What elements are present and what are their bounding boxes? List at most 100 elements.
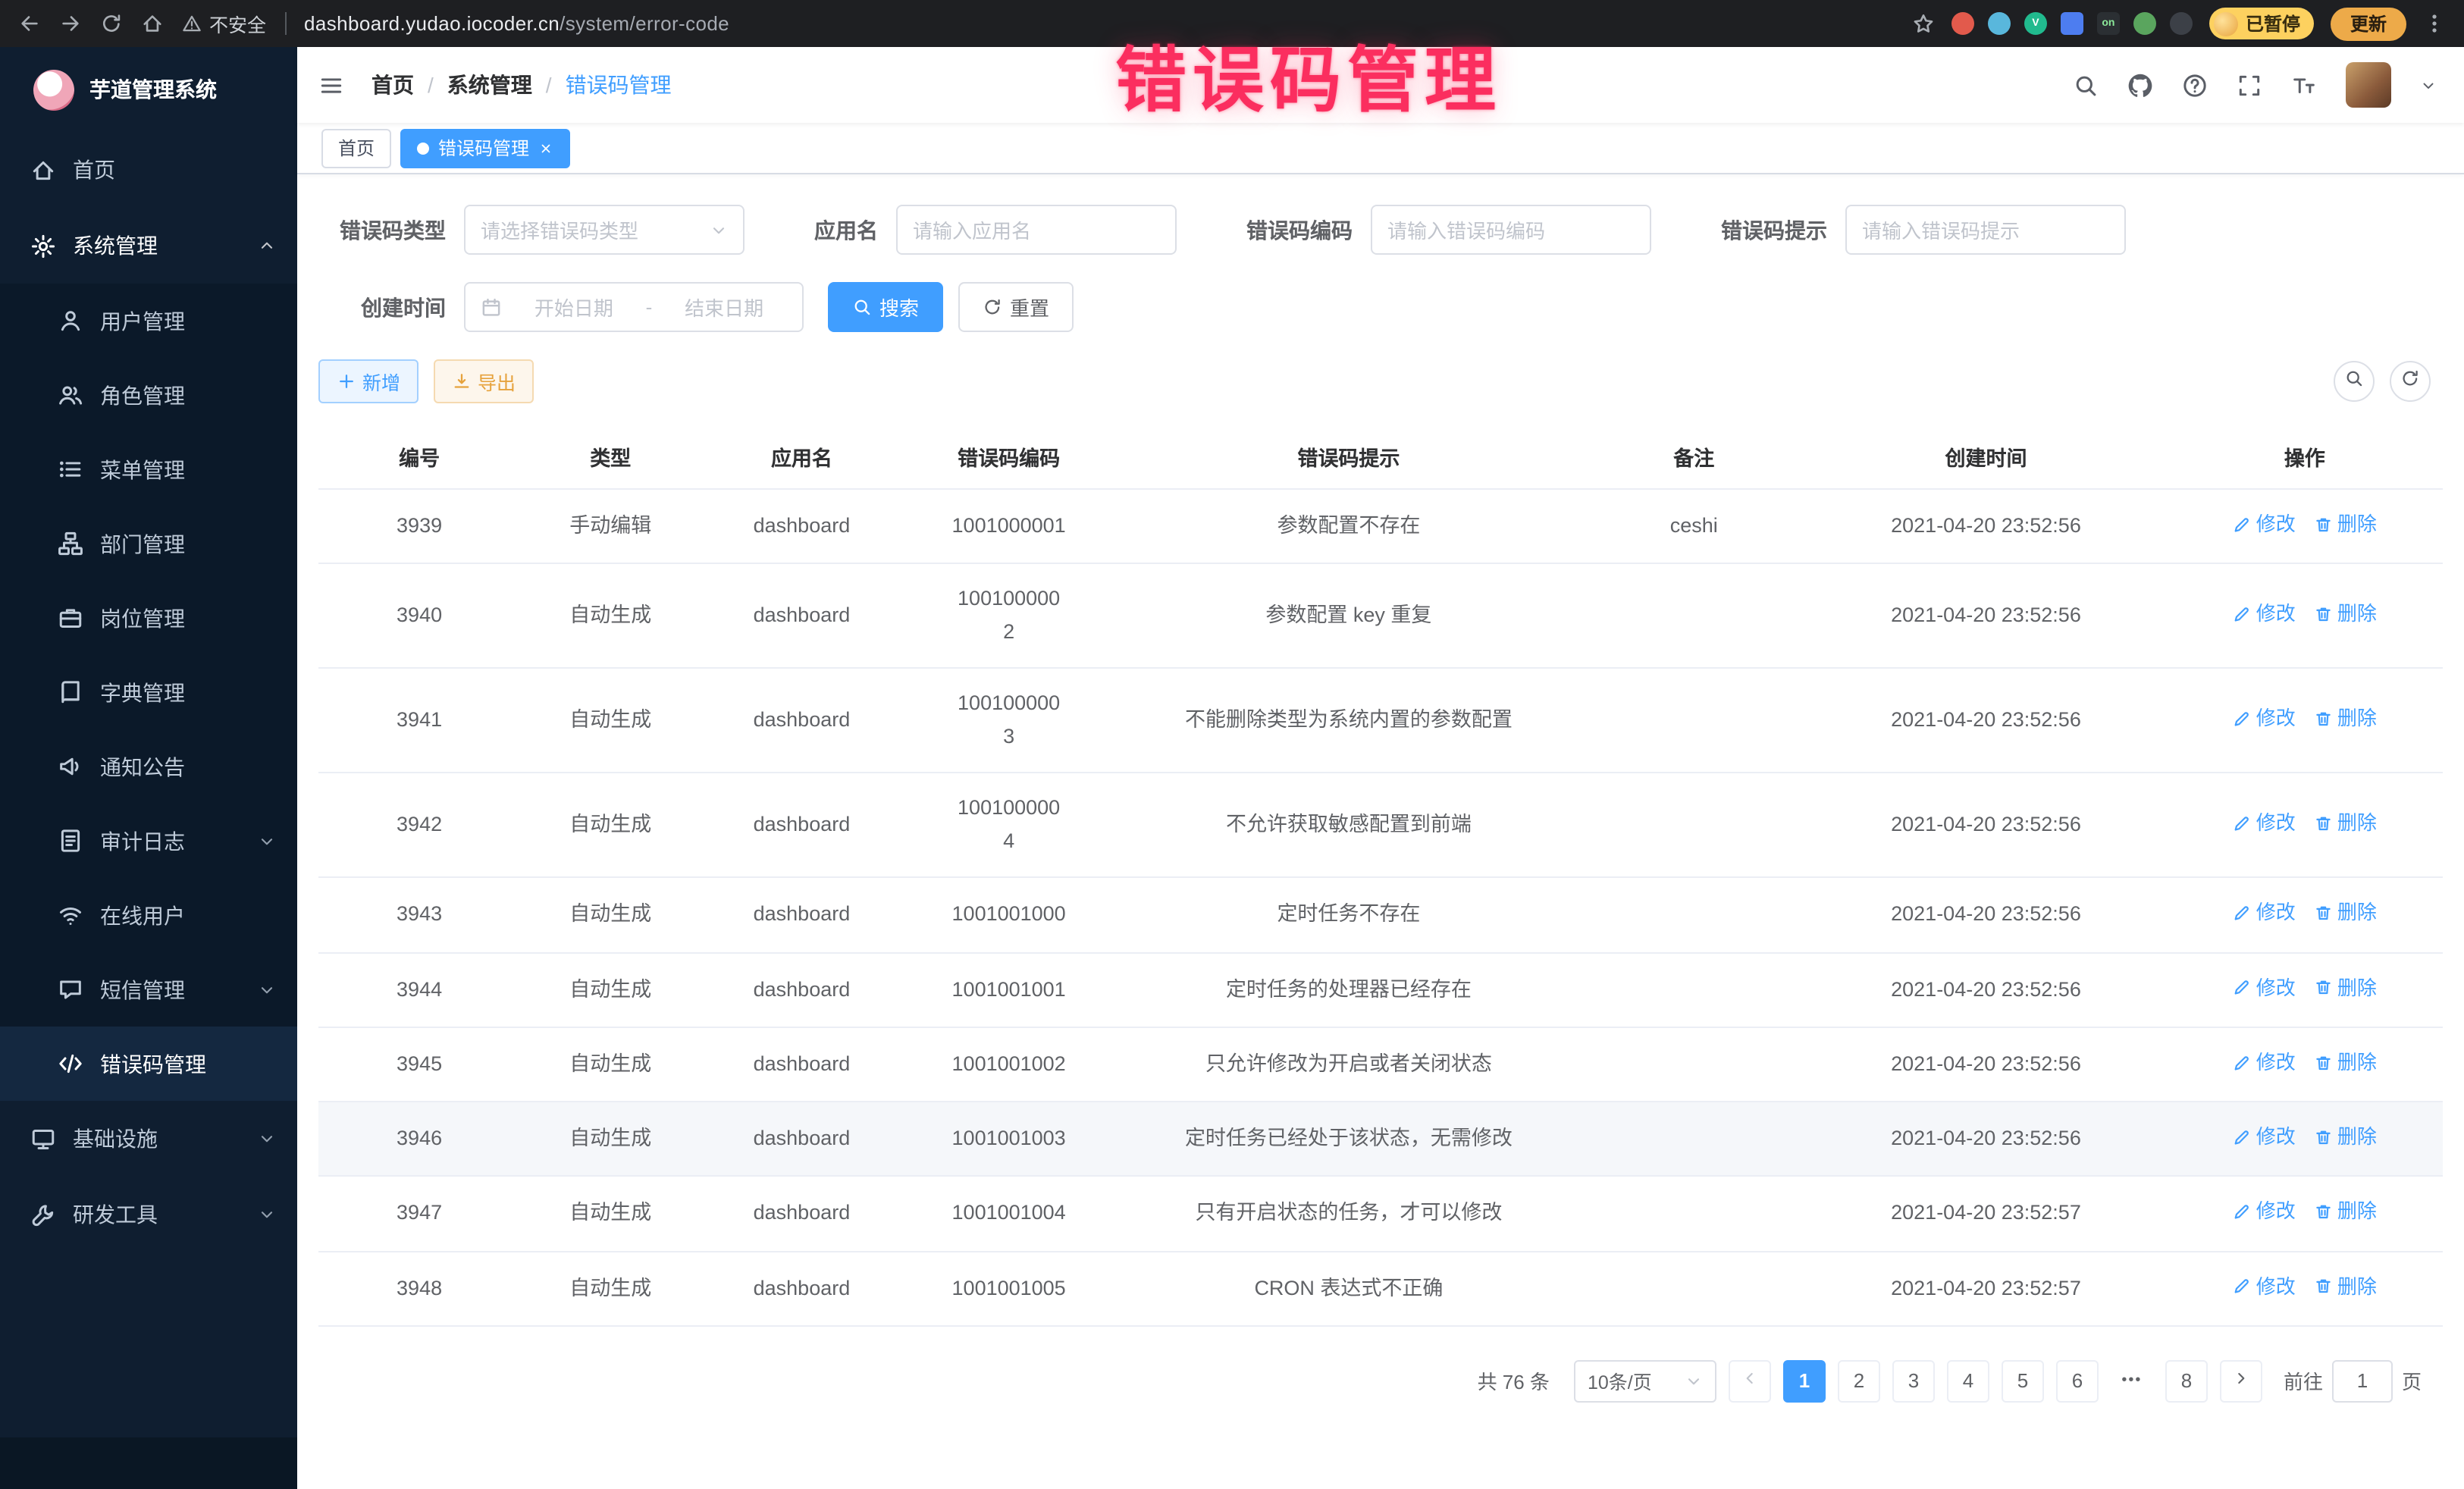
sidebar-item-岗位管理[interactable]: 岗位管理 — [0, 581, 297, 655]
font-size-icon[interactable] — [2291, 72, 2317, 98]
delete-button[interactable]: 删除 — [2314, 807, 2377, 840]
error-type-select[interactable]: 请选择错误码类型 — [464, 205, 745, 255]
page-button-4[interactable]: 4 — [1947, 1360, 1989, 1403]
user-avatar[interactable] — [2346, 62, 2391, 108]
extension-on-icon[interactable]: on — [2097, 12, 2120, 35]
sidebar-item-部门管理[interactable]: 部门管理 — [0, 506, 297, 581]
sidebar-item-菜单管理[interactable]: 菜单管理 — [0, 432, 297, 506]
search-button-label: 搜索 — [879, 293, 919, 321]
browser-back-icon[interactable] — [18, 12, 41, 35]
edit-button[interactable]: 修改 — [2233, 597, 2296, 631]
delete-button[interactable]: 删除 — [2314, 897, 2377, 930]
sidebar-item-审计日志[interactable]: 审计日志 — [0, 804, 297, 878]
reset-button[interactable]: 重置 — [958, 282, 1074, 332]
page-button-6[interactable]: 6 — [2056, 1360, 2099, 1403]
browser-home-icon[interactable] — [141, 12, 164, 35]
page-button-2[interactable]: 2 — [1838, 1360, 1880, 1403]
delete-button[interactable]: 删除 — [2314, 1270, 2377, 1303]
bookmark-star-icon[interactable] — [1912, 12, 1935, 35]
app-name-input[interactable]: 请输入应用名 — [896, 205, 1177, 255]
pagination-ellipsis[interactable]: ••• — [2111, 1360, 2153, 1403]
date-separator: - — [646, 296, 653, 318]
page-button-8[interactable]: 8 — [2165, 1360, 2208, 1403]
delete-button[interactable]: 删除 — [2314, 971, 2377, 1005]
delete-button-label: 删除 — [2337, 1046, 2377, 1080]
tab-错误码管理[interactable]: 错误码管理 — [400, 128, 570, 168]
add-button[interactable]: 新增 — [318, 359, 419, 403]
page-button-5[interactable]: 5 — [2002, 1360, 2044, 1403]
error-code-input[interactable]: 请输入错误码编码 — [1371, 205, 1651, 255]
edit-button[interactable]: 修改 — [2233, 1270, 2296, 1303]
header-search-icon[interactable] — [2073, 72, 2099, 98]
warning-icon — [182, 14, 202, 33]
browser-refresh-icon[interactable] — [100, 12, 123, 35]
error-type-placeholder: 请选择错误码类型 — [481, 215, 710, 244]
edit-button[interactable]: 修改 — [2233, 508, 2296, 541]
extension-red-icon[interactable] — [1951, 12, 1974, 35]
goto-page-input[interactable]: 1 — [2332, 1360, 2393, 1403]
help-icon[interactable] — [2182, 72, 2208, 98]
table-row-3947: 3947自动生成dashboard1001001004只有开启状态的任务，才可以… — [318, 1177, 2443, 1252]
toggle-search-button[interactable] — [2334, 361, 2375, 402]
tab-首页[interactable]: 首页 — [321, 128, 391, 168]
cell-code: 1001001005 — [903, 1251, 1115, 1326]
breadcrumb-separator: / — [428, 73, 434, 97]
url-bar[interactable]: dashboard.yudao.iocoder.cn/system/error-… — [304, 12, 729, 35]
page-size-select[interactable]: 10条/页 — [1574, 1360, 1716, 1403]
extension-dark-icon[interactable] — [2170, 12, 2193, 35]
browser-forward-icon[interactable] — [59, 12, 82, 35]
sidebar-item-用户管理[interactable]: 用户管理 — [0, 284, 297, 358]
edit-button[interactable]: 修改 — [2233, 1196, 2296, 1229]
prev-page-button[interactable] — [1729, 1360, 1771, 1403]
app-logo[interactable]: 芋道管理系统 — [0, 47, 297, 132]
breadcrumb-item-系统管理[interactable]: 系统管理 — [447, 70, 532, 100]
sidebar-collapse-icon[interactable] — [318, 72, 344, 98]
error-hint-input[interactable]: 请输入错误码提示 — [1845, 205, 2126, 255]
edit-button[interactable]: 修改 — [2233, 971, 2296, 1005]
sidebar-item-研发工具[interactable]: 研发工具 — [0, 1177, 297, 1252]
page-button-1[interactable]: 1 — [1783, 1360, 1826, 1403]
edit-button[interactable]: 修改 — [2233, 1046, 2296, 1080]
sidebar-item-角色管理[interactable]: 角色管理 — [0, 358, 297, 432]
security-indicator[interactable]: 不安全 — [182, 9, 266, 38]
date-range-picker[interactable]: 开始日期 - 结束日期 — [464, 282, 804, 332]
search-button[interactable]: 搜索 — [828, 282, 943, 332]
delete-button[interactable]: 删除 — [2314, 1046, 2377, 1080]
sidebar-item-错误码管理[interactable]: 错误码管理 — [0, 1027, 297, 1101]
extension-green-icon[interactable] — [2133, 12, 2156, 35]
sidebar-item-短信管理[interactable]: 短信管理 — [0, 952, 297, 1027]
delete-button[interactable]: 删除 — [2314, 1196, 2377, 1229]
sidebar-item-通知公告[interactable]: 通知公告 — [0, 729, 297, 804]
close-icon[interactable] — [538, 140, 553, 155]
delete-button[interactable]: 删除 — [2314, 1121, 2377, 1154]
refresh-table-button[interactable] — [2390, 361, 2431, 402]
delete-button[interactable]: 删除 — [2314, 702, 2377, 735]
sidebar-item-首页[interactable]: 首页 — [0, 132, 297, 208]
edit-button[interactable]: 修改 — [2233, 807, 2296, 840]
fullscreen-icon[interactable] — [2237, 72, 2262, 98]
browser-menu-icon[interactable] — [2423, 12, 2446, 35]
goto-label: 前往 — [2284, 1367, 2323, 1396]
avatar-chevron-down-icon[interactable] — [2420, 77, 2437, 93]
sidebar-item-label: 在线用户 — [100, 900, 185, 930]
extension-grid-icon[interactable] — [2061, 12, 2083, 35]
sidebar-item-基础设施[interactable]: 基础设施 — [0, 1101, 297, 1177]
sidebar-item-字典管理[interactable]: 字典管理 — [0, 655, 297, 729]
edit-button[interactable]: 修改 — [2233, 1121, 2296, 1154]
browser-update-button[interactable]: 更新 — [2331, 7, 2406, 40]
page-button-3[interactable]: 3 — [1892, 1360, 1935, 1403]
next-page-button[interactable] — [2220, 1360, 2262, 1403]
cell-operations: 修改删除 — [2167, 878, 2443, 953]
breadcrumb-item-首页[interactable]: 首页 — [371, 70, 414, 100]
extension-vue-icon[interactable]: V — [2024, 12, 2047, 35]
edit-button[interactable]: 修改 — [2233, 702, 2296, 735]
github-icon[interactable] — [2127, 72, 2153, 98]
delete-button[interactable]: 删除 — [2314, 508, 2377, 541]
export-button[interactable]: 导出 — [434, 359, 534, 403]
edit-button[interactable]: 修改 — [2233, 897, 2296, 930]
sidebar-item-系统管理[interactable]: 系统管理 — [0, 208, 297, 284]
extension-teal-icon[interactable] — [1988, 12, 2011, 35]
delete-button[interactable]: 删除 — [2314, 597, 2377, 631]
profile-paused-badge[interactable]: 已暂停 — [2209, 8, 2314, 39]
sidebar-item-在线用户[interactable]: 在线用户 — [0, 878, 297, 952]
